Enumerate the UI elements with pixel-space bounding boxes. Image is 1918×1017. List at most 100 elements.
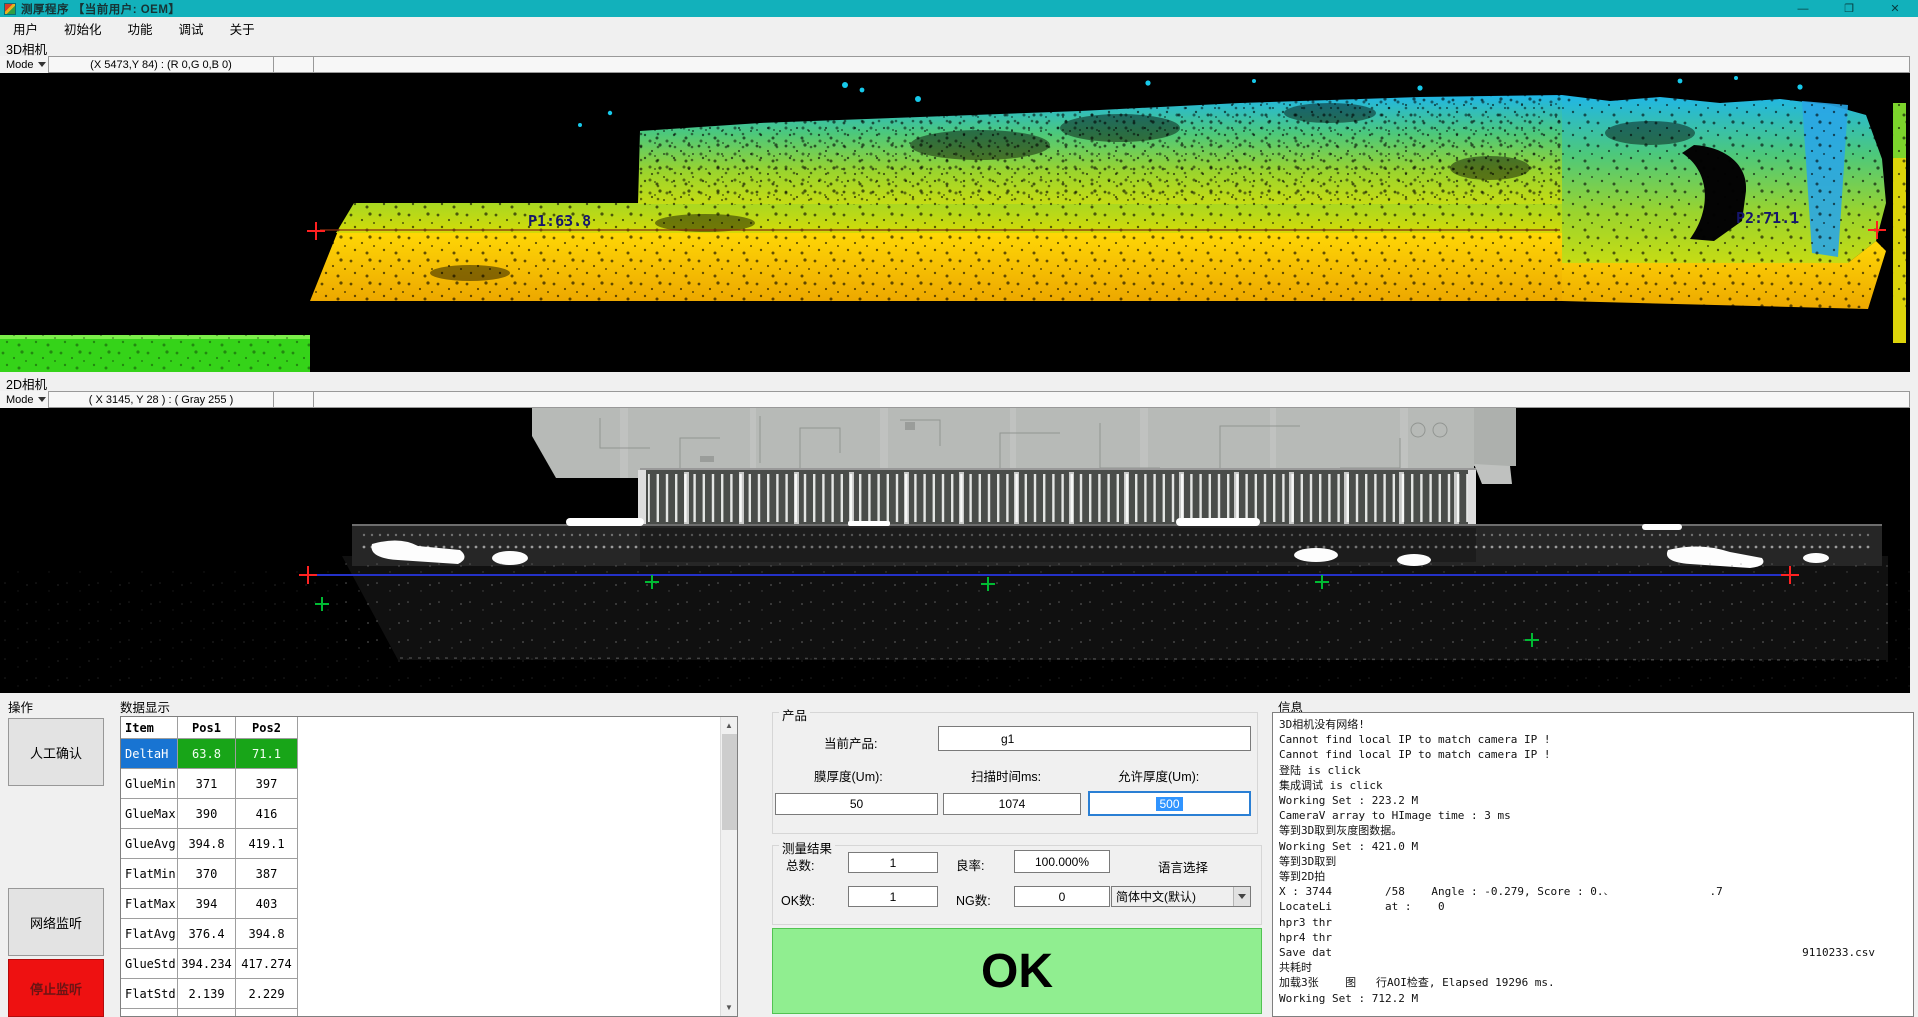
camera2d-mode-bar: Mode ( X 3145, Y 28 ) : ( Gray 255 ): [0, 391, 1910, 408]
table-row[interactable]: FlatMax394403: [121, 889, 299, 919]
table-row[interactable]: X2583.57966.7: [121, 1009, 299, 1017]
language-select-dropdown[interactable]: 简体中文(默认): [1111, 886, 1251, 907]
ng-count-label: NG数:: [956, 890, 991, 909]
log-line: hpr4 thr: [1279, 930, 1907, 945]
operation-label: 操作: [8, 697, 33, 716]
cell-item: FlatMin: [121, 859, 178, 889]
menu-item-1[interactable]: 初始化: [51, 16, 115, 41]
table-row[interactable]: GlueMax390416: [121, 799, 299, 829]
scroll-down-icon[interactable]: ▼: [721, 999, 737, 1016]
total-field[interactable]: 1: [848, 852, 938, 873]
cell-pos1: 390: [178, 799, 236, 829]
cell-pos1: 394: [178, 889, 236, 919]
log-line: 3D相机没有网络!: [1279, 717, 1907, 732]
table-row[interactable]: GlueAvg394.8419.1: [121, 829, 299, 859]
film-thickness-label: 膜厚度(Um):: [814, 766, 883, 785]
current-product-label: 当前产品:: [824, 733, 877, 752]
network-listen-button[interactable]: 网络监听: [8, 888, 104, 956]
language-select-label: 语言选择: [1158, 857, 1208, 876]
cell-pos1: 394.234: [178, 949, 236, 979]
table-row[interactable]: GlueMin371397: [121, 769, 299, 799]
table-row[interactable]: FlatAvg376.4394.8: [121, 919, 299, 949]
ng-count-field[interactable]: 0: [1014, 886, 1110, 907]
current-product-field[interactable]: g1: [938, 726, 1251, 751]
results-group: 测量结果 总数: 1 良率: 100.000% 语言选择 OK数: 1 NG数:…: [772, 845, 1262, 925]
result-status-banner: OK: [772, 928, 1262, 1014]
manual-confirm-button[interactable]: 人工确认: [8, 718, 104, 786]
camera2d-mode-button[interactable]: Mode: [0, 391, 48, 408]
table-row[interactable]: GlueStd394.234417.274: [121, 949, 299, 979]
mode-button-label: Mode: [6, 394, 34, 406]
ok-count-label: OK数:: [781, 890, 815, 909]
title-bar: 测厚程序 【当前用户: OEM】 — ❐ ✕: [0, 0, 1918, 17]
ok-count-field[interactable]: 1: [848, 886, 938, 907]
cell-pos1: 2583.5: [178, 1009, 236, 1017]
camera2d-pixel-status: ( X 3145, Y 28 ) : ( Gray 255 ): [48, 391, 274, 408]
scan-time-field[interactable]: 1074: [943, 793, 1081, 815]
camera2d-viewport[interactable]: [0, 408, 1910, 693]
mode-button-label: Mode: [6, 59, 34, 71]
maximize-button[interactable]: ❐: [1826, 0, 1872, 17]
log-line: CameraV array to HImage time : 3 ms: [1279, 808, 1907, 823]
menu-item-3[interactable]: 调试: [166, 16, 217, 41]
allowed-thickness-field[interactable]: 500: [1088, 791, 1251, 816]
table-row[interactable]: DeltaH63.871.1: [121, 739, 299, 769]
data-grid[interactable]: Item Pos1 Pos2 DeltaH63.871.1GlueMin3713…: [120, 716, 738, 1017]
redaction-patch: [1470, 899, 1800, 914]
menu-bar: 用户初始化功能调试关于: [0, 17, 1918, 39]
cell-pos2: 403: [236, 889, 298, 919]
scrollbar-thumb[interactable]: [722, 734, 737, 830]
app-icon: [4, 3, 16, 15]
camera3d-viewport[interactable]: P1:63.8 P2:71.1: [0, 73, 1910, 372]
redaction-patch: [1598, 842, 1718, 900]
scan-time-label: 扫描时间ms:: [971, 766, 1041, 785]
menu-item-0[interactable]: 用户: [0, 16, 51, 41]
menu-item-4[interactable]: 关于: [217, 16, 268, 41]
product-group-label: 产品: [779, 705, 810, 724]
data-display-label: 数据显示: [120, 697, 170, 716]
log-line: 集成调试 is click: [1279, 778, 1907, 793]
menu-item-2[interactable]: 功能: [115, 16, 166, 41]
cell-item: GlueMin: [121, 769, 178, 799]
language-selected-value: 简体中文(默认): [1112, 888, 1233, 905]
camera2d-status-cell: [314, 391, 1910, 408]
product-group: 产品 当前产品: g1 膜厚度(Um): 扫描时间ms: 允许厚度(Um): 5…: [772, 712, 1258, 834]
table-row[interactable]: FlatMin370387: [121, 859, 299, 889]
header-item: Item: [121, 717, 178, 739]
info-log[interactable]: 3D相机没有网络!Cannot find local IP to match c…: [1272, 712, 1914, 1017]
log-line: Working Set : 712.2 M: [1279, 991, 1907, 1006]
cell-pos1: 370: [178, 859, 236, 889]
cell-pos2: 7966.7: [236, 1009, 298, 1017]
selected-text: 500: [1156, 797, 1182, 811]
cell-item: FlatAvg: [121, 919, 178, 949]
camera2d-status-cell: [274, 391, 314, 408]
dropdown-arrow-icon: [38, 62, 46, 67]
cell-pos2: 397: [236, 769, 298, 799]
camera3d-mode-button[interactable]: Mode: [0, 56, 48, 73]
combo-arrow-icon: [1233, 887, 1250, 906]
cell-pos1: 376.4: [178, 919, 236, 949]
yield-field[interactable]: 100.000%: [1014, 850, 1110, 873]
scroll-up-icon[interactable]: ▲: [721, 717, 737, 734]
log-line: Working Set : 223.2 M: [1279, 793, 1907, 808]
close-button[interactable]: ✕: [1872, 0, 1918, 17]
cell-item: GlueMax: [121, 799, 178, 829]
p1-measurement-label: P1:63.8: [528, 212, 591, 230]
log-line: Working Set : 421.0 M: [1279, 839, 1907, 854]
log-line: Cannot find local IP to match camera IP …: [1279, 732, 1907, 747]
cell-pos2: 419.1: [236, 829, 298, 859]
cell-pos1: 63.8: [178, 739, 236, 769]
table-row[interactable]: FlatStd2.1392.229: [121, 979, 299, 1009]
stop-listen-button[interactable]: 停止监听: [8, 959, 104, 1017]
film-thickness-field[interactable]: 50: [775, 793, 938, 815]
grid-scrollbar[interactable]: ▲ ▼: [720, 717, 737, 1016]
cell-pos2: 2.229: [236, 979, 298, 1009]
total-label: 总数:: [786, 855, 814, 874]
log-line: 登陆 is click: [1279, 763, 1907, 778]
cell-pos2: 416: [236, 799, 298, 829]
cell-item: GlueStd: [121, 949, 178, 979]
camera3d-status-cell: [314, 56, 1910, 73]
log-line: X : 3744 /58 Angle : -0.279, Score : 0.0…: [1279, 884, 1907, 899]
minimize-button[interactable]: —: [1780, 0, 1826, 17]
cell-pos1: 371: [178, 769, 236, 799]
